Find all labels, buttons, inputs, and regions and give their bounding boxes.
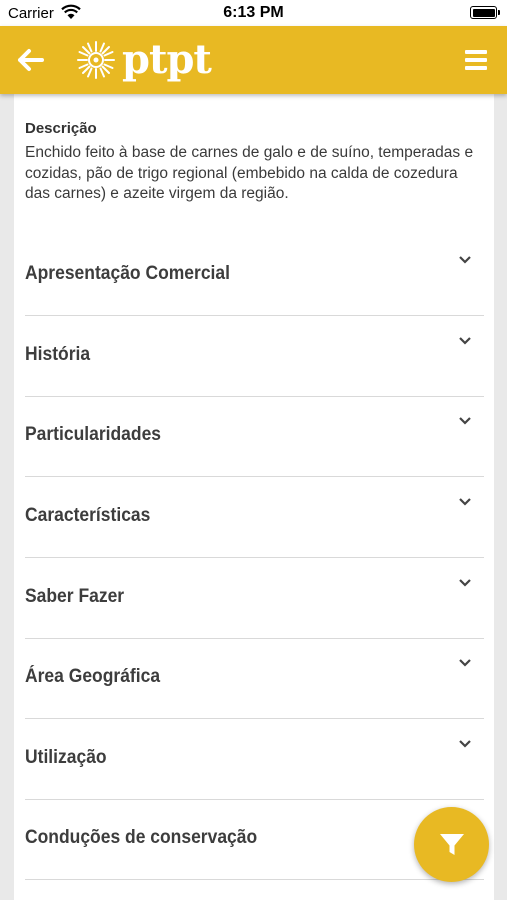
status-time: 6:13 PM <box>223 4 284 21</box>
chevron-down-icon <box>459 740 471 748</box>
accordion-label: Utilização <box>25 747 107 768</box>
accordion-utilizacao[interactable]: Utilização <box>25 719 484 800</box>
accordion-label: Particularidades <box>25 424 162 445</box>
hamburger-menu-icon <box>465 50 487 54</box>
chevron-down-icon <box>459 417 471 425</box>
accordion-label: Saber Fazer <box>25 586 125 607</box>
chevron-down-icon <box>459 498 471 506</box>
accordion-label: Apresentação Comercial <box>25 263 231 284</box>
back-button[interactable] <box>16 46 46 74</box>
accordion-label: Área Geográfica <box>25 666 161 687</box>
chevron-down-icon <box>459 256 471 264</box>
accordion-saber-fazer[interactable]: Saber Fazer <box>25 558 484 639</box>
description-label: Descrição <box>25 120 97 137</box>
chevron-down-icon <box>459 337 471 345</box>
accordion-caracteristicas[interactable]: Características <box>25 477 484 558</box>
battery-icon <box>470 6 500 19</box>
accordion-label: Conduções de conservação <box>25 827 258 848</box>
sun-emblem-icon <box>77 41 115 79</box>
logo-text: ptpt <box>122 36 212 83</box>
accordion-apresentacao-comercial[interactable]: Apresentação Comercial <box>25 235 484 316</box>
accordion-historia[interactable]: História <box>25 316 484 397</box>
menu-button[interactable] <box>465 50 487 70</box>
accordion-label: Características <box>25 505 151 526</box>
arrow-left-icon <box>18 49 44 71</box>
chevron-down-icon <box>459 579 471 587</box>
chevron-down-icon <box>459 659 471 667</box>
app-header: ptpt <box>0 26 507 94</box>
accordion-label: História <box>25 344 91 365</box>
product-detail-card: Descrição Enchido feito à base de carnes… <box>14 94 494 900</box>
status-bar: Carrier 6:13 PM <box>0 0 507 26</box>
filter-button[interactable] <box>414 807 489 882</box>
accordion-area-geografica[interactable]: Área Geográfica <box>25 638 484 719</box>
description-text: Enchido feito à base de carnes de galo e… <box>25 144 474 202</box>
filter-icon <box>440 834 464 855</box>
accordion-particularidades[interactable]: Particularidades <box>25 396 484 477</box>
ptpt-logo: ptpt <box>76 36 212 83</box>
